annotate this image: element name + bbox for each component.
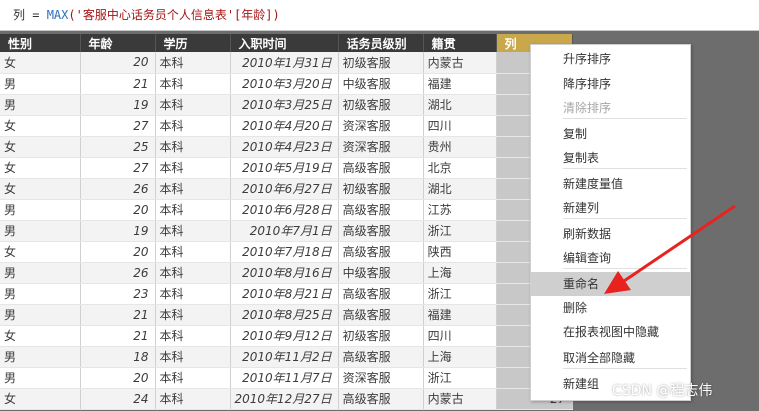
arrow-head: [604, 271, 631, 294]
watermark: CSDN @程志伟: [612, 383, 713, 399]
arrow-shaft: [623, 204, 736, 283]
annotation-arrow: [604, 204, 736, 294]
